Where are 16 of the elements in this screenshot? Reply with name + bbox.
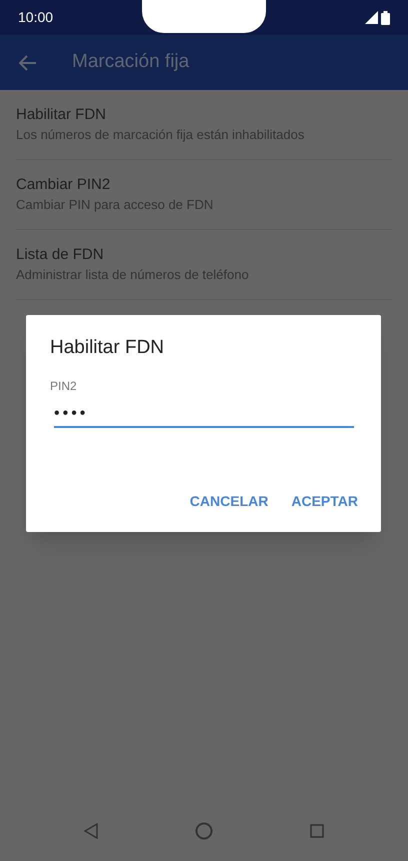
recents-icon[interactable] — [310, 824, 324, 838]
home-icon[interactable] — [195, 822, 213, 840]
signal-icon — [365, 11, 378, 24]
pin-input-field[interactable]: •••• — [54, 402, 354, 428]
back-icon[interactable] — [84, 823, 98, 839]
clock: 10:00 — [18, 8, 54, 27]
item-title: Cambiar PIN2 — [16, 175, 112, 195]
back-arrow-icon[interactable] — [19, 54, 37, 70]
screen-title: Marcación fija — [72, 50, 190, 74]
item-title: Habilitar FDN — [16, 105, 108, 125]
dialog-button[interactable]: ACEPTAR — [291, 491, 358, 512]
dialog-title: Habilitar FDN — [50, 336, 166, 360]
dialog-button[interactable]: CANCELAR — [190, 491, 268, 512]
item-title: Lista de FDN — [16, 245, 105, 265]
field-label: PIN2 — [50, 378, 78, 394]
battery-icon — [381, 10, 390, 24]
